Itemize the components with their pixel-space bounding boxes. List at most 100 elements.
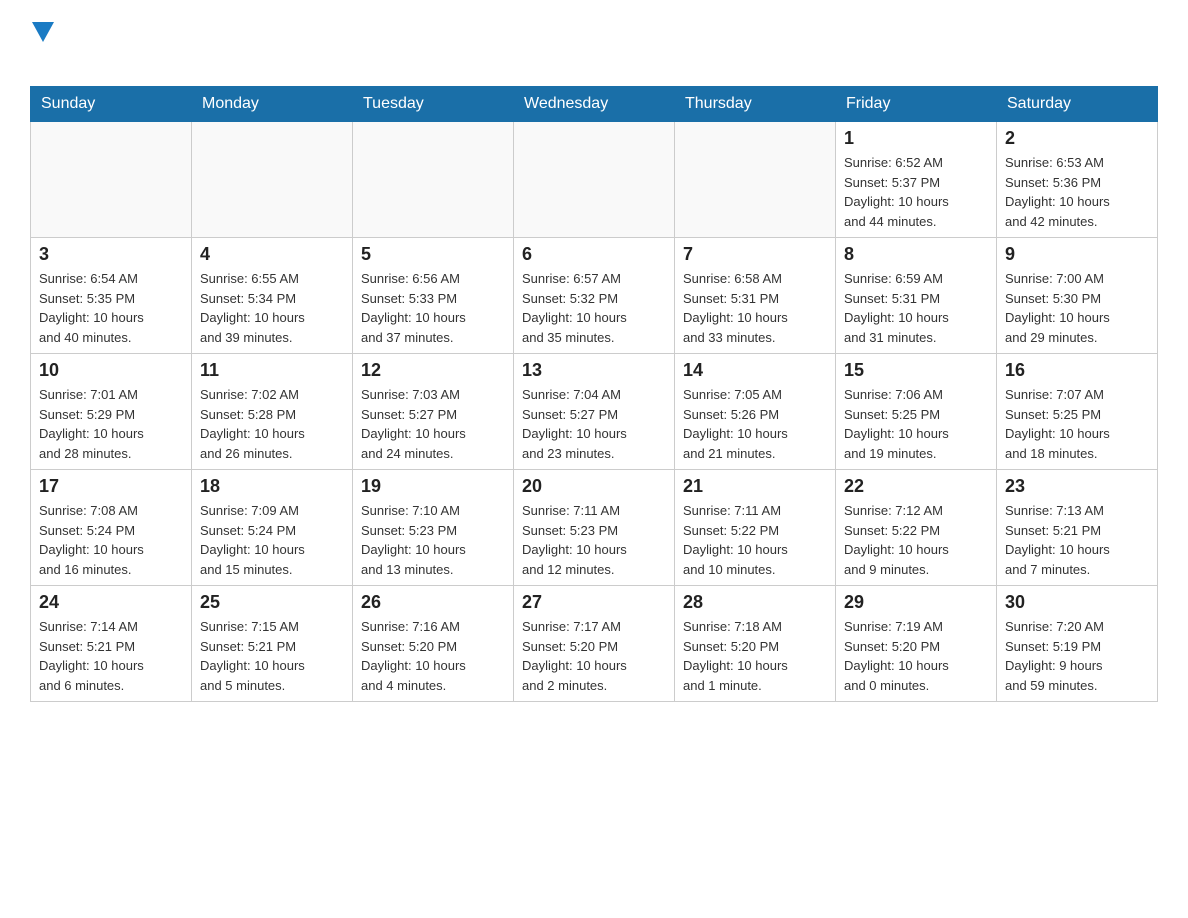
day-info: Sunrise: 6:56 AM Sunset: 5:33 PM Dayligh… xyxy=(361,269,505,347)
calendar-cell: 14Sunrise: 7:05 AM Sunset: 5:26 PM Dayli… xyxy=(675,354,836,470)
day-info: Sunrise: 7:11 AM Sunset: 5:23 PM Dayligh… xyxy=(522,501,666,579)
weekday-header-thursday: Thursday xyxy=(675,87,836,122)
day-info: Sunrise: 7:15 AM Sunset: 5:21 PM Dayligh… xyxy=(200,617,344,695)
day-number: 15 xyxy=(844,360,988,381)
week-row-4: 17 Sunrise: 7:08 AM Sunset: 5:24 PM Dayli… xyxy=(31,470,1158,586)
day-number: 10 xyxy=(39,360,183,381)
day-info: Sunrise: 7:11 AM Sunset: 5:22 PM Dayligh… xyxy=(683,501,827,579)
day-info: Sunrise: 7:12 AM Sunset: 5:22 PM Dayligh… xyxy=(844,501,988,579)
day-info: Sunrise: 6:58 AM Sunset: 5:31 PM Dayligh… xyxy=(683,269,827,347)
calendar-cell: 28 Sunrise: 7:18 AM Sunset: 5:20 PM Dayli… xyxy=(675,586,836,702)
calendar-cell xyxy=(514,122,675,238)
day-info: Sunrise: 7:20 AM Sunset: 5:19 PM Dayligh… xyxy=(1005,617,1149,695)
calendar-cell: 7 Sunrise: 6:58 AM Sunset: 5:31 PM Daylig… xyxy=(675,238,836,354)
day-number: 1 xyxy=(844,128,988,149)
weekday-header-friday: Friday xyxy=(836,87,997,122)
weekday-header-tuesday: Tuesday xyxy=(353,87,514,122)
day-number: 12 xyxy=(361,360,505,381)
calendar-cell: 15Sunrise: 7:06 AM Sunset: 5:25 PM Dayli… xyxy=(836,354,997,470)
day-number: 2 xyxy=(1005,128,1149,149)
weekday-header-saturday: Saturday xyxy=(997,87,1158,122)
calendar-cell: 17 Sunrise: 7:08 AM Sunset: 5:24 PM Dayli… xyxy=(31,470,192,586)
day-info: Sunrise: 7:04 AM Sunset: 5:27 PM Dayligh… xyxy=(522,385,666,463)
day-info: Sunrise: 7:13 AM Sunset: 5:21 PM Dayligh… xyxy=(1005,501,1149,579)
day-number: 26 xyxy=(361,592,505,613)
calendar-cell: 21 Sunrise: 7:11 AM Sunset: 5:22 PM Dayli… xyxy=(675,470,836,586)
calendar-cell: 11Sunrise: 7:02 AM Sunset: 5:28 PM Dayli… xyxy=(192,354,353,470)
day-info: Sunrise: 7:18 AM Sunset: 5:20 PM Dayligh… xyxy=(683,617,827,695)
day-number: 6 xyxy=(522,244,666,265)
day-number: 16 xyxy=(1005,360,1149,381)
calendar-cell xyxy=(192,122,353,238)
week-row-5: 24 Sunrise: 7:14 AM Sunset: 5:21 PM Dayli… xyxy=(31,586,1158,702)
calendar-cell: 29 Sunrise: 7:19 AM Sunset: 5:20 PM Dayli… xyxy=(836,586,997,702)
day-number: 19 xyxy=(361,476,505,497)
day-info: Sunrise: 7:08 AM Sunset: 5:24 PM Dayligh… xyxy=(39,501,183,579)
calendar-cell: 5 Sunrise: 6:56 AM Sunset: 5:33 PM Daylig… xyxy=(353,238,514,354)
logo-triangle-icon xyxy=(32,22,54,42)
day-info: Sunrise: 6:59 AM Sunset: 5:31 PM Dayligh… xyxy=(844,269,988,347)
calendar-cell: 16 Sunrise: 7:07 AM Sunset: 5:25 PM Dayli… xyxy=(997,354,1158,470)
calendar-cell: 30 Sunrise: 7:20 AM Sunset: 5:19 PM Dayli… xyxy=(997,586,1158,702)
calendar-cell: 26 Sunrise: 7:16 AM Sunset: 5:20 PM Dayli… xyxy=(353,586,514,702)
day-info: Sunrise: 7:02 AM Sunset: 5:28 PM Dayligh… xyxy=(200,385,344,463)
day-info: Sunrise: 6:55 AM Sunset: 5:34 PM Dayligh… xyxy=(200,269,344,347)
calendar-cell: 20 Sunrise: 7:11 AM Sunset: 5:23 PM Dayli… xyxy=(514,470,675,586)
day-info: Sunrise: 7:03 AM Sunset: 5:27 PM Dayligh… xyxy=(361,385,505,463)
calendar-cell xyxy=(675,122,836,238)
day-info: Sunrise: 6:53 AM Sunset: 5:36 PM Dayligh… xyxy=(1005,153,1149,231)
day-number: 29 xyxy=(844,592,988,613)
calendar-cell: 9Sunrise: 7:00 AM Sunset: 5:30 PM Daylig… xyxy=(997,238,1158,354)
day-info: Sunrise: 7:14 AM Sunset: 5:21 PM Dayligh… xyxy=(39,617,183,695)
calendar-cell: 8 Sunrise: 6:59 AM Sunset: 5:31 PM Daylig… xyxy=(836,238,997,354)
day-info: Sunrise: 7:16 AM Sunset: 5:20 PM Dayligh… xyxy=(361,617,505,695)
day-info: Sunrise: 7:09 AM Sunset: 5:24 PM Dayligh… xyxy=(200,501,344,579)
page-header xyxy=(30,20,1158,66)
day-number: 7 xyxy=(683,244,827,265)
day-number: 3 xyxy=(39,244,183,265)
logo xyxy=(30,20,54,66)
day-number: 28 xyxy=(683,592,827,613)
calendar-cell: 27 Sunrise: 7:17 AM Sunset: 5:20 PM Dayli… xyxy=(514,586,675,702)
week-row-1: 1Sunrise: 6:52 AM Sunset: 5:37 PM Daylig… xyxy=(31,122,1158,238)
calendar-cell: 13 Sunrise: 7:04 AM Sunset: 5:27 PM Dayli… xyxy=(514,354,675,470)
calendar-cell xyxy=(353,122,514,238)
day-info: Sunrise: 7:17 AM Sunset: 5:20 PM Dayligh… xyxy=(522,617,666,695)
calendar-table: SundayMondayTuesdayWednesdayThursdayFrid… xyxy=(30,86,1158,702)
day-number: 9 xyxy=(1005,244,1149,265)
day-number: 30 xyxy=(1005,592,1149,613)
day-number: 8 xyxy=(844,244,988,265)
day-number: 17 xyxy=(39,476,183,497)
calendar-cell: 3 Sunrise: 6:54 AM Sunset: 5:35 PM Daylig… xyxy=(31,238,192,354)
day-number: 23 xyxy=(1005,476,1149,497)
calendar-cell: 23 Sunrise: 7:13 AM Sunset: 5:21 PM Dayli… xyxy=(997,470,1158,586)
day-info: Sunrise: 7:07 AM Sunset: 5:25 PM Dayligh… xyxy=(1005,385,1149,463)
calendar-cell: 1Sunrise: 6:52 AM Sunset: 5:37 PM Daylig… xyxy=(836,122,997,238)
day-number: 24 xyxy=(39,592,183,613)
calendar-cell: 22 Sunrise: 7:12 AM Sunset: 5:22 PM Dayli… xyxy=(836,470,997,586)
weekday-header-monday: Monday xyxy=(192,87,353,122)
day-number: 5 xyxy=(361,244,505,265)
day-info: Sunrise: 6:57 AM Sunset: 5:32 PM Dayligh… xyxy=(522,269,666,347)
weekday-header-sunday: Sunday xyxy=(31,87,192,122)
day-number: 21 xyxy=(683,476,827,497)
day-info: Sunrise: 7:19 AM Sunset: 5:20 PM Dayligh… xyxy=(844,617,988,695)
day-number: 4 xyxy=(200,244,344,265)
day-info: Sunrise: 7:01 AM Sunset: 5:29 PM Dayligh… xyxy=(39,385,183,463)
calendar-cell: 4 Sunrise: 6:55 AM Sunset: 5:34 PM Daylig… xyxy=(192,238,353,354)
day-number: 18 xyxy=(200,476,344,497)
calendar-cell: 24 Sunrise: 7:14 AM Sunset: 5:21 PM Dayli… xyxy=(31,586,192,702)
day-number: 13 xyxy=(522,360,666,381)
day-info: Sunrise: 6:54 AM Sunset: 5:35 PM Dayligh… xyxy=(39,269,183,347)
weekday-header-row: SundayMondayTuesdayWednesdayThursdayFrid… xyxy=(31,87,1158,122)
day-number: 22 xyxy=(844,476,988,497)
calendar-cell: 25 Sunrise: 7:15 AM Sunset: 5:21 PM Dayli… xyxy=(192,586,353,702)
calendar-cell: 12 Sunrise: 7:03 AM Sunset: 5:27 PM Dayli… xyxy=(353,354,514,470)
day-number: 25 xyxy=(200,592,344,613)
weekday-header-wednesday: Wednesday xyxy=(514,87,675,122)
day-number: 20 xyxy=(522,476,666,497)
calendar-cell: 10 Sunrise: 7:01 AM Sunset: 5:29 PM Dayli… xyxy=(31,354,192,470)
calendar-cell: 18 Sunrise: 7:09 AM Sunset: 5:24 PM Dayli… xyxy=(192,470,353,586)
day-info: Sunrise: 7:05 AM Sunset: 5:26 PM Dayligh… xyxy=(683,385,827,463)
day-number: 27 xyxy=(522,592,666,613)
